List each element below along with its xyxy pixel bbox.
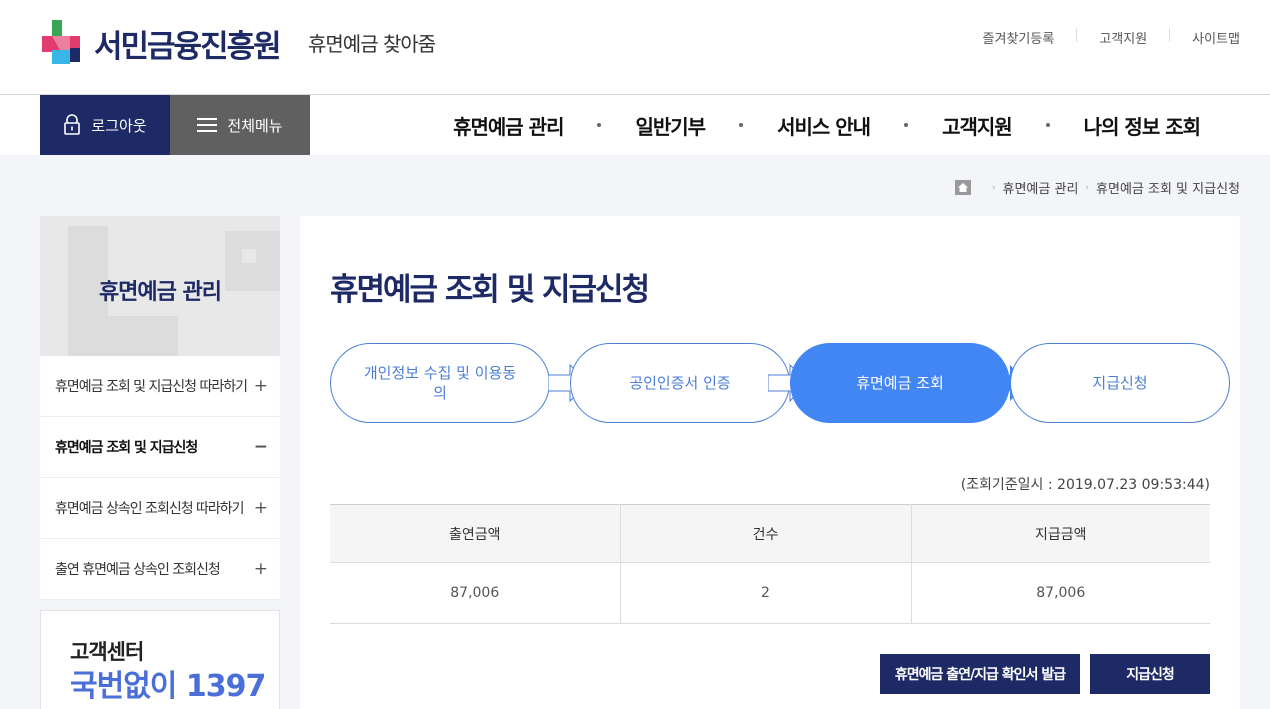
step-3-active: 휴면예금 조회 (790, 343, 1010, 423)
customer-center-number: 국번없이 1397 (70, 669, 266, 704)
col-header-payment-amount: 지급금액 (911, 504, 1210, 563)
sidebar-item-label: 휴면예금 상속인 조회신청 따라하기 (55, 501, 245, 517)
result-table: 출연금액 건수 지급금액 87,006 2 87,006 (330, 504, 1210, 624)
util-sitemap-link[interactable]: 사이트맵 (1169, 28, 1240, 47)
hamburger-icon (197, 118, 218, 132)
service-name: 휴면예금 찾아줌 (308, 32, 436, 56)
all-menu-label: 전체메뉴 (227, 116, 283, 135)
home-icon[interactable] (954, 180, 971, 195)
page-title: 휴면예금 조회 및 지급신청 (330, 272, 650, 308)
global-nav-bar: 로그아웃 전체메뉴 휴면예금 관리 일반기부 서비스 안내 고객지원 나의 정보… (0, 95, 1270, 155)
sidebar-item-heir-guide[interactable]: 휴면예금 상속인 조회신청 따라하기 + (40, 478, 280, 539)
step-label: 공인인증서 인증 (629, 374, 731, 392)
step-label: 휴면예금 조회 (856, 374, 944, 392)
util-support-link[interactable]: 고객지원 (1076, 28, 1147, 47)
col-header-count: 건수 (620, 504, 912, 563)
site-logo[interactable]: 서민금융진흥원 (40, 13, 282, 73)
customer-center-box: 고객센터 국번없이 1397 (40, 610, 280, 709)
sidebar-item-heir-inquiry[interactable]: 출연 휴면예금 상속인 조회신청 + (40, 539, 280, 600)
cell-count: 2 (620, 562, 912, 624)
breadcrumb-current: 휴면예금 조회 및 지급신청 (1096, 182, 1240, 197)
nav-my-info[interactable]: 나의 정보 조회 (1084, 111, 1201, 140)
breadcrumb-separator: › (991, 182, 996, 193)
sidebar-item-inquiry-apply[interactable]: 휴면예금 조회 및 지급신청 − (40, 417, 280, 478)
nav-dormant-deposit[interactable]: 휴면예금 관리 (453, 111, 564, 140)
utility-links: 즐겨찾기등록 고객지원 사이트맵 (960, 28, 1240, 47)
util-bookmark-link[interactable]: 즐겨찾기등록 (960, 28, 1055, 47)
expand-icon: + (253, 559, 268, 579)
base-date-text: (조회기준일시 : 2019.07.23 09:53:44) (960, 477, 1210, 493)
cell-donation-amount: 87,006 (330, 562, 621, 624)
cell-payment-amount: 87,006 (911, 562, 1210, 624)
sidebar-item-guide[interactable]: 휴면예금 조회 및 지급신청 따라하기 + (40, 356, 280, 417)
sidebar-item-label: 휴면예금 조회 및 지급신청 따라하기 (55, 379, 248, 395)
issue-confirmation-button[interactable]: 휴면예금 출연/지급 확인서 발급 (880, 654, 1080, 694)
nav-separator (597, 123, 602, 127)
step-4: 지급신청 (1010, 343, 1230, 423)
lock-icon (64, 114, 81, 135)
sidebar-decoration (242, 249, 256, 263)
sidebar-item-label: 출연 휴면예금 상속인 조회신청 (55, 562, 221, 578)
logo-mark-icon (42, 20, 80, 64)
step-indicator: 개인정보 수집 및 이용동의 공인인증서 인증 휴면예금 조회 지급신청 (330, 343, 1230, 423)
nav-donation[interactable]: 일반기부 (635, 111, 706, 140)
main-nav: 휴면예금 관리 일반기부 서비스 안내 고객지원 나의 정보 조회 (453, 95, 1201, 155)
nav-customer-support[interactable]: 고객지원 (942, 111, 1013, 140)
table-header-row: 출연금액 건수 지급금액 (330, 504, 1210, 563)
step-label: 개인정보 수집 및 이용동의 (363, 364, 517, 402)
breadcrumb: › 휴면예금 관리 › 휴면예금 조회 및 지급신청 (954, 178, 1240, 197)
site-header: 서민금융진흥원 휴면예금 찾아줌 즐겨찾기등록 고객지원 사이트맵 (0, 0, 1270, 95)
step-1: 개인정보 수집 및 이용동의 (330, 343, 550, 423)
sidebar-header: 휴면예금 관리 (40, 216, 280, 356)
nav-separator (1045, 123, 1050, 127)
logout-label: 로그아웃 (91, 116, 147, 135)
breadcrumb-item[interactable]: 휴면예금 관리 (1003, 178, 1079, 197)
col-header-donation-amount: 출연금액 (330, 504, 621, 563)
nav-service-info[interactable]: 서비스 안내 (777, 111, 871, 140)
breadcrumb-separator: › (1085, 182, 1090, 193)
expand-icon: + (253, 498, 268, 518)
sidebar-item-label: 휴면예금 조회 및 지급신청 (55, 440, 198, 456)
sidebar-menu: 휴면예금 조회 및 지급신청 따라하기 + 휴면예금 조회 및 지급신청 − 휴… (40, 356, 280, 600)
logout-button[interactable]: 로그아웃 (40, 95, 170, 155)
step-2: 공인인증서 인증 (570, 343, 790, 423)
sidebar-title: 휴면예금 관리 (98, 280, 222, 305)
expand-icon: + (253, 376, 268, 396)
nav-separator (739, 123, 744, 127)
sidebar-decoration (68, 316, 178, 356)
all-menu-button[interactable]: 전체메뉴 (170, 95, 310, 155)
step-label: 지급신청 (1092, 374, 1148, 392)
collapse-icon: − (253, 437, 268, 457)
logo-text: 서민금융진흥원 (94, 28, 282, 65)
main-content: 휴면예금 조회 및 지급신청 개인정보 수집 및 이용동의 공인인증서 인증 휴… (300, 216, 1240, 709)
table-row: 87,006 2 87,006 (330, 562, 1210, 624)
nav-separator (904, 123, 909, 127)
apply-payment-button[interactable]: 지급신청 (1090, 654, 1210, 694)
